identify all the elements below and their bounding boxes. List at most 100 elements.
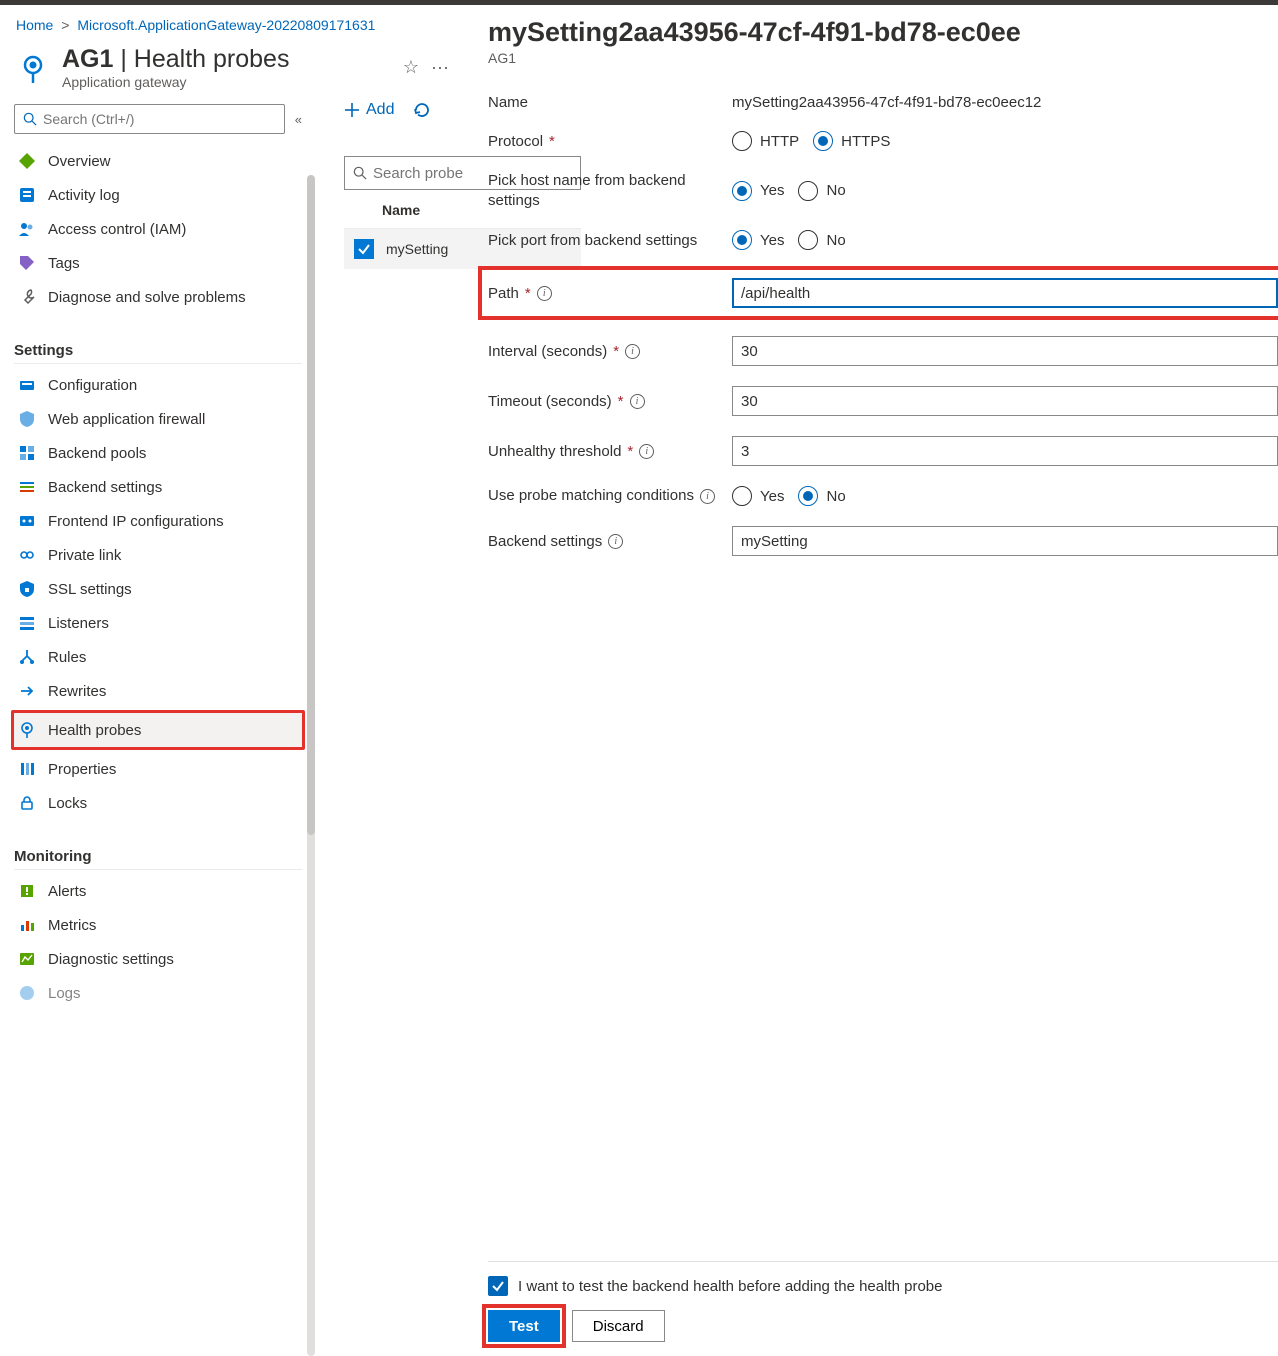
sidebar-item-properties[interactable]: Properties: [14, 752, 302, 786]
sidebar-item-backend-settings[interactable]: Backend settings: [14, 470, 302, 504]
breadcrumb-home[interactable]: Home: [16, 17, 53, 33]
diagnostic-settings-icon: [18, 950, 36, 968]
unhealthy-input[interactable]: [732, 436, 1278, 466]
sidebar-item-label: Web application firewall: [48, 411, 205, 428]
path-input[interactable]: [732, 278, 1278, 308]
info-icon[interactable]: i: [700, 489, 715, 504]
blade-footer: I want to test the backend health before…: [488, 1261, 1278, 1356]
favorite-icon[interactable]: ☆: [403, 57, 419, 78]
sidebar-item-label: Rewrites: [48, 683, 106, 700]
sidebar-item-configuration[interactable]: Configuration: [14, 368, 302, 402]
sidebar-item-rules[interactable]: Rules: [14, 640, 302, 674]
wrench-icon: [18, 288, 36, 306]
sidebar-item-label: Backend settings: [48, 479, 162, 496]
ssl-icon: [18, 580, 36, 598]
path-label: Path* i: [488, 285, 732, 302]
page-title: AG1 | Health probes: [62, 45, 391, 74]
matching-label: Use probe matching conditions i: [488, 486, 732, 506]
breadcrumb: Home > Microsoft.ApplicationGateway-2022…: [0, 5, 465, 37]
activity-log-icon: [18, 186, 36, 204]
pick-host-label: Pick host name from backend settings: [488, 171, 732, 210]
frontend-ip-icon: [18, 512, 36, 530]
probe-row-name: mySetting: [386, 241, 448, 257]
matching-yes-radio[interactable]: Yes: [732, 486, 784, 506]
sidebar-item-diagnose[interactable]: Diagnose and solve problems: [14, 280, 302, 314]
pick-port-yes-radio[interactable]: Yes: [732, 230, 784, 250]
sidebar-item-logs[interactable]: Logs: [14, 976, 302, 1010]
sidebar-item-listeners[interactable]: Listeners: [14, 606, 302, 640]
sidebar-item-access-control[interactable]: Access control (IAM): [14, 212, 302, 246]
matching-no-radio[interactable]: No: [798, 486, 845, 506]
rules-icon: [18, 648, 36, 666]
sidebar-item-alerts[interactable]: Alerts: [14, 874, 302, 908]
sidebar-item-label: Alerts: [48, 883, 86, 900]
protocol-https-radio[interactable]: HTTPS: [813, 131, 890, 151]
sidebar-item-frontend-ip[interactable]: Frontend IP configurations: [14, 504, 302, 538]
pick-host-yes-radio[interactable]: Yes: [732, 181, 784, 201]
sidebar-item-label: Logs: [48, 985, 81, 1002]
collapse-sidebar-icon[interactable]: «: [295, 112, 302, 127]
sidebar-item-overview[interactable]: Overview: [14, 144, 302, 178]
info-icon[interactable]: i: [630, 394, 645, 409]
scrollbar-thumb[interactable]: [307, 175, 315, 835]
sidebar-item-label: Diagnostic settings: [48, 951, 174, 968]
sidebar-item-waf[interactable]: Web application firewall: [14, 402, 302, 436]
metrics-icon: [18, 916, 36, 934]
name-value: mySetting2aa43956-47cf-4f91-bd78-ec0eec1…: [732, 94, 1041, 111]
sidebar-item-diagnostic-settings[interactable]: Diagnostic settings: [14, 942, 302, 976]
shield-icon: [18, 410, 36, 428]
sidebar-item-label: Activity log: [48, 187, 120, 204]
sidebar-search-input[interactable]: [43, 111, 276, 127]
sidebar-item-label: Overview: [48, 153, 111, 170]
blade-title: mySetting2aa43956-47cf-4f91-bd78-ec0ee: [488, 17, 1278, 48]
pick-port-no-radio[interactable]: No: [798, 230, 845, 250]
protocol-http-radio[interactable]: HTTP: [732, 131, 799, 151]
left-column: Home > Microsoft.ApplicationGateway-2022…: [0, 5, 466, 1356]
sidebar-group-settings: Settings: [14, 334, 302, 364]
sidebar-scrollbar[interactable]: [307, 175, 315, 1356]
info-icon[interactable]: i: [537, 286, 552, 301]
sidebar-item-label: Private link: [48, 547, 121, 564]
refresh-icon: [412, 100, 432, 120]
sidebar-item-metrics[interactable]: Metrics: [14, 908, 302, 942]
more-icon[interactable]: ···: [431, 57, 449, 78]
sidebar-item-label: Properties: [48, 761, 116, 778]
pick-port-label: Pick port from backend settings: [488, 232, 732, 249]
sidebar-item-label: Diagnose and solve problems: [48, 289, 246, 306]
sidebar-item-health-probes[interactable]: Health probes: [11, 710, 305, 750]
test-button[interactable]: Test: [488, 1310, 560, 1342]
sidebar-item-locks[interactable]: Locks: [14, 786, 302, 820]
rewrites-icon: [18, 682, 36, 700]
main-region: Home > Microsoft.ApplicationGateway-2022…: [0, 5, 1278, 1356]
checkbox-checked-icon[interactable]: [354, 239, 374, 259]
sidebar-item-label: Backend pools: [48, 445, 146, 462]
sidebar-item-label: Listeners: [48, 615, 109, 632]
pick-host-no-radio[interactable]: No: [798, 181, 845, 201]
sidebar-item-activity-log[interactable]: Activity log: [14, 178, 302, 212]
sidebar-item-private-link[interactable]: Private link: [14, 538, 302, 572]
refresh-button[interactable]: [412, 100, 432, 120]
test-checkbox[interactable]: [488, 1276, 508, 1296]
sidebar-item-ssl[interactable]: SSL settings: [14, 572, 302, 606]
sidebar-item-label: SSL settings: [48, 581, 132, 598]
add-button[interactable]: Add: [344, 101, 394, 119]
lock-icon: [18, 794, 36, 812]
interval-input[interactable]: [732, 336, 1278, 366]
breadcrumb-item[interactable]: Microsoft.ApplicationGateway-20220809171…: [77, 17, 375, 33]
protocol-label: Protocol*: [488, 133, 732, 150]
sidebar-item-tags[interactable]: Tags: [14, 246, 302, 280]
overview-icon: [18, 152, 36, 170]
tags-icon: [18, 254, 36, 272]
sidebar-search[interactable]: [14, 104, 285, 134]
info-icon[interactable]: i: [639, 444, 654, 459]
backend-settings-dropdown[interactable]: mySetting: [732, 526, 1278, 556]
info-icon[interactable]: i: [625, 344, 640, 359]
info-icon[interactable]: i: [608, 534, 623, 549]
discard-button[interactable]: Discard: [572, 1310, 665, 1342]
search-icon: [23, 112, 37, 126]
sidebar-item-rewrites[interactable]: Rewrites: [14, 674, 302, 708]
page-subtitle: Application gateway: [62, 74, 391, 90]
sidebar-item-label: Configuration: [48, 377, 137, 394]
timeout-input[interactable]: [732, 386, 1278, 416]
sidebar-item-backend-pools[interactable]: Backend pools: [14, 436, 302, 470]
